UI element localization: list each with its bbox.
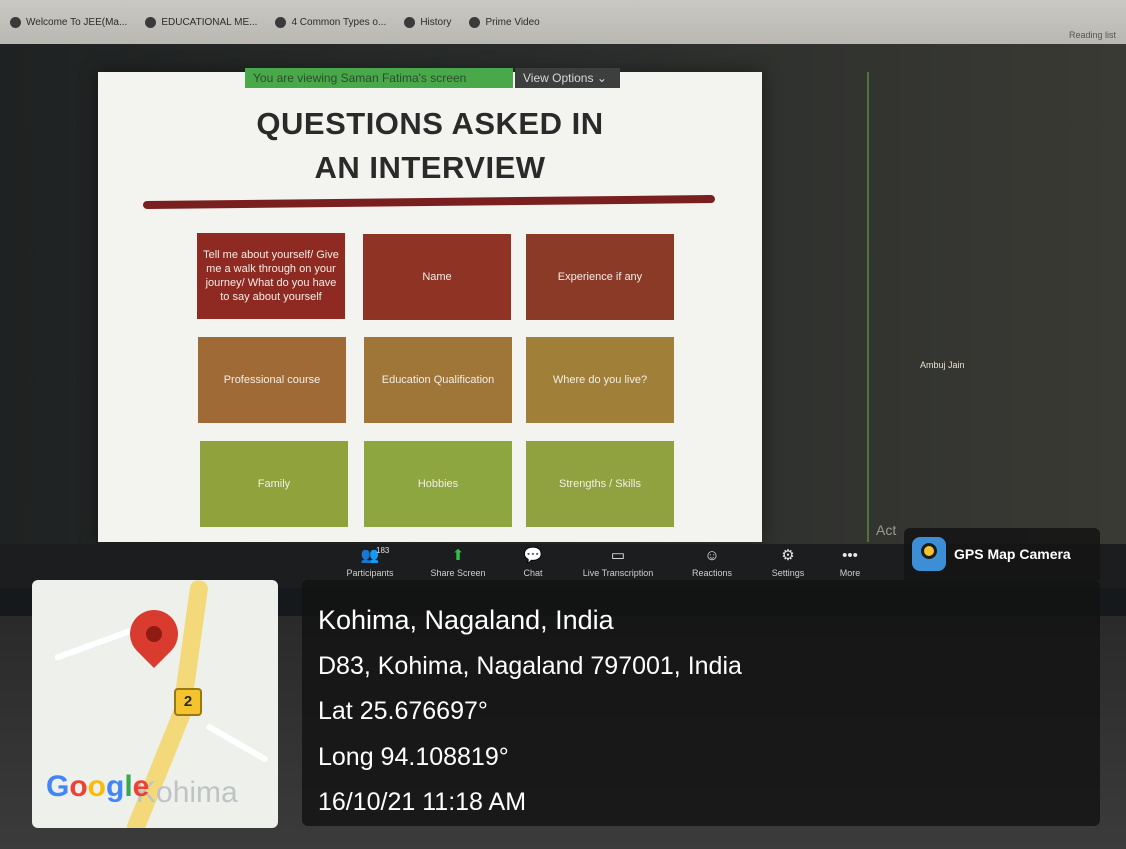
chevron-down-icon: ⌄ xyxy=(596,71,607,85)
history-icon xyxy=(404,16,416,28)
road-shield: 2 xyxy=(174,688,202,716)
slide-tile: Professional course xyxy=(198,337,346,423)
location-address: D83, Kohima, Nagaland 797001, India xyxy=(318,651,742,680)
share-screen-button[interactable]: ⬆ Share Screen xyxy=(418,544,498,578)
longitude: Long 94.108819° xyxy=(318,742,509,771)
share-screen-icon: ⬆ xyxy=(451,547,465,564)
location-map: 2 Kohima Google xyxy=(32,580,278,828)
slide-tile: Hobbies xyxy=(364,441,512,527)
participants-button[interactable]: 👥 Participants xyxy=(330,544,410,578)
reactions-icon: ☺ xyxy=(704,547,720,564)
slide-tile: Experience if any xyxy=(526,234,674,320)
reading-list[interactable]: Reading list xyxy=(1069,30,1116,40)
gps-info-panel: Kohima, Nagaland, India D83, Kohima, Nag… xyxy=(302,580,1100,826)
globe-icon xyxy=(10,16,21,28)
slide-tile: Tell me about yourself/ Give me a walk t… xyxy=(197,233,345,319)
more-icon: ••• xyxy=(842,547,858,564)
gps-app-badge: GPS Map Camera xyxy=(904,528,1100,580)
live-transcription-button[interactable]: ▭ Live Transcription xyxy=(578,544,658,578)
title-underline xyxy=(142,195,716,209)
slide-tile: Family xyxy=(200,441,348,527)
partial-text: Act xyxy=(876,522,897,538)
view-options-button[interactable]: View Options ⌄ xyxy=(515,68,620,88)
viewing-banner: You are viewing Saman Fatima's screen xyxy=(245,68,513,88)
google-logo: Google xyxy=(46,770,150,803)
chat-icon: 💬 xyxy=(523,547,543,564)
share-border xyxy=(867,72,869,542)
location-pin-icon xyxy=(120,600,188,668)
participants-count: 183 xyxy=(376,546,390,555)
datetime: 16/10/21 11:18 AM xyxy=(318,788,527,816)
site-icon xyxy=(275,16,287,28)
gps-map-camera-logo-icon xyxy=(912,537,946,571)
map-road xyxy=(205,722,269,764)
gps-app-name: GPS Map Camera xyxy=(954,546,1071,562)
bookmark-1[interactable]: Welcome To JEE(Ma... xyxy=(10,16,127,28)
more-button[interactable]: ••• More xyxy=(810,544,890,578)
reactions-button[interactable]: ☺ Reactions xyxy=(672,544,752,578)
slide-title: QUESTIONS ASKED IN AN INTERVIEW xyxy=(256,106,604,185)
bookmark-history[interactable]: History xyxy=(404,16,451,28)
map-place-label: Kohima xyxy=(136,776,238,809)
cc-icon: ▭ xyxy=(610,547,626,564)
participants-icon: 👥 xyxy=(360,547,380,564)
prime-video-icon xyxy=(469,16,481,28)
location-title: Kohima, Nagaland, India xyxy=(318,605,614,635)
shared-slide: QUESTIONS ASKED IN AN INTERVIEW Tell me … xyxy=(98,72,762,542)
bookmark-3[interactable]: 4 Common Types o... xyxy=(275,16,386,28)
participant-name: Ambuj Jain xyxy=(920,360,965,370)
slide-tile: Name xyxy=(363,234,511,320)
wordpress-icon xyxy=(145,16,157,28)
slide-tile: Where do you live? xyxy=(526,337,674,423)
slide-tile: Education Qualification xyxy=(364,337,512,423)
latitude: Lat 25.676697° xyxy=(318,697,488,725)
slide-tile: Strengths / Skills xyxy=(526,441,674,527)
chat-button[interactable]: 💬 Chat xyxy=(493,544,573,578)
bookmark-prime-video[interactable]: Prime Video xyxy=(469,16,540,28)
map-road xyxy=(53,624,141,662)
browser-bookmarks-bar: Welcome To JEE(Ma... EDUCATIONAL ME... 4… xyxy=(0,0,1126,44)
bookmark-2[interactable]: EDUCATIONAL ME... xyxy=(145,16,257,28)
